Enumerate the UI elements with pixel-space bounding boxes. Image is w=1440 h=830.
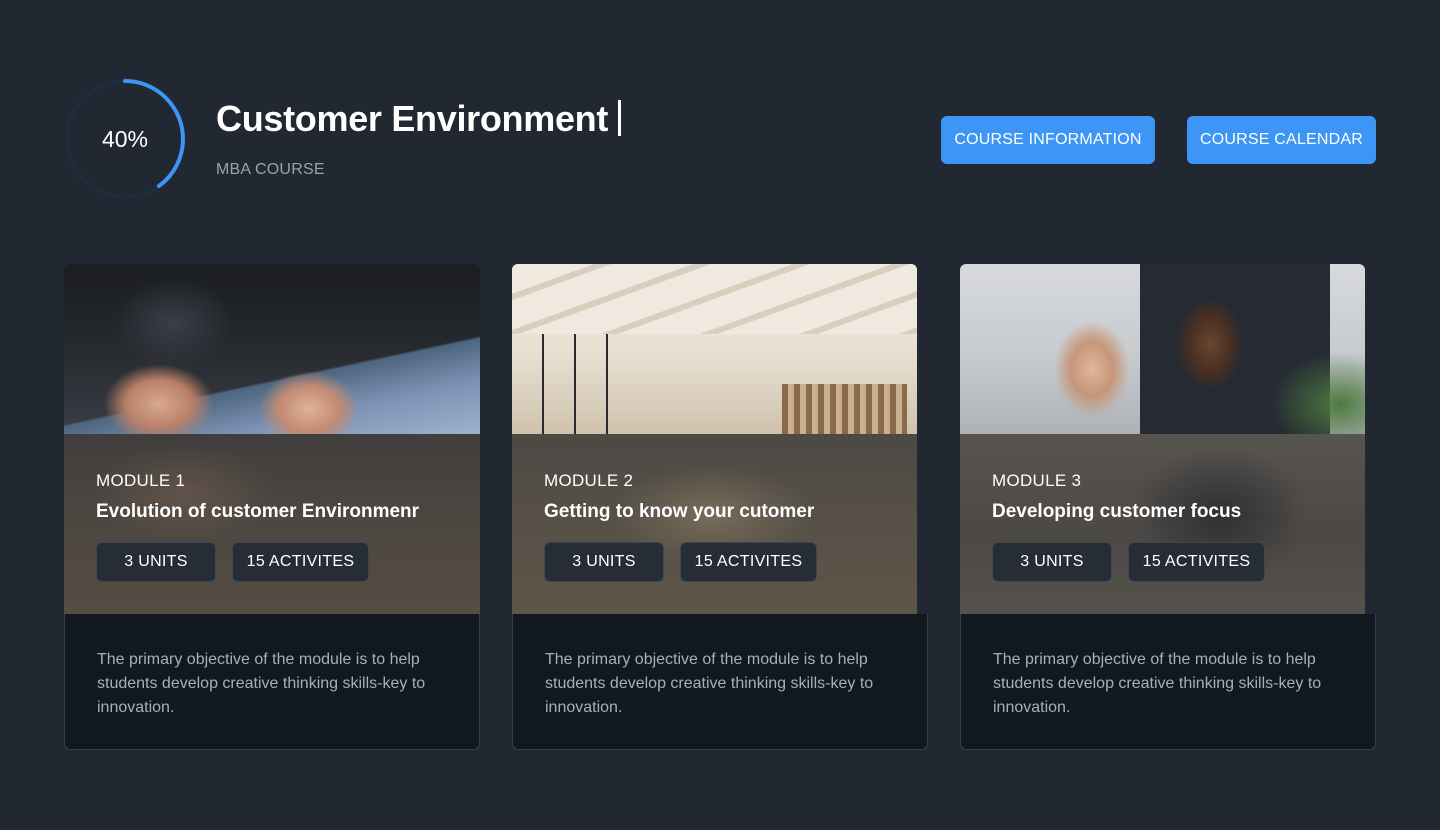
progress-ring: 40% [64,78,186,200]
module-card-1[interactable]: MODULE 1 Evolution of customer Environme… [64,264,480,750]
module-card-image: MODULE 2 Getting to know your cutomer 3 … [512,264,917,614]
module-photo-overlay [64,434,480,614]
page-title-text: Customer Environment [216,98,609,139]
module-label: MODULE 3 [992,471,1082,490]
course-page: 40% Customer Environment MBA COURSE COUR… [0,0,1440,830]
units-badge[interactable]: 3 UNITS [96,542,216,582]
module-title: Evolution of customer Environmenr [96,501,420,522]
module-label: MODULE 2 [544,471,634,490]
page-subtitle: MBA COURSE [216,161,325,178]
module-card-body: The primary objective of the module is t… [512,614,928,750]
module-card-image: MODULE 3 Developing customer focus 3 UNI… [960,264,1365,614]
module-photo [512,264,917,434]
module-description: The primary objective of the module is t… [97,651,426,716]
module-card-body: The primary objective of the module is t… [64,614,480,750]
module-photo-overlay [960,434,1365,614]
activities-badge[interactable]: 15 ACTIVITES [232,542,369,582]
module-card-image: MODULE 1 Evolution of customer Environme… [64,264,480,614]
module-label: MODULE 1 [96,471,186,490]
module-description: The primary objective of the module is t… [545,651,874,716]
units-badge[interactable]: 3 UNITS [544,542,664,582]
page-title: Customer Environment [216,98,622,140]
module-title: Getting to know your cutomer [544,501,815,522]
module-photo-overlay [512,434,917,614]
activities-badge[interactable]: 15 ACTIVITES [680,542,817,582]
text-cursor [618,100,622,136]
progress-percent: 40% [101,125,149,152]
activities-badge[interactable]: 15 ACTIVITES [1128,542,1265,582]
course-calendar-button[interactable]: COURSE CALENDAR [1187,116,1376,164]
module-description: The primary objective of the module is t… [993,651,1322,716]
module-card-body: The primary objective of the module is t… [960,614,1376,750]
units-badge[interactable]: 3 UNITS [992,542,1112,582]
module-photo [64,264,480,434]
module-photo [960,264,1365,434]
module-title: Developing customer focus [992,501,1242,522]
module-card-2[interactable]: MODULE 2 Getting to know your cutomer 3 … [512,264,928,750]
course-information-button[interactable]: COURSE INFORMATION [941,116,1155,164]
module-card-3[interactable]: MODULE 3 Developing customer focus 3 UNI… [960,264,1376,750]
